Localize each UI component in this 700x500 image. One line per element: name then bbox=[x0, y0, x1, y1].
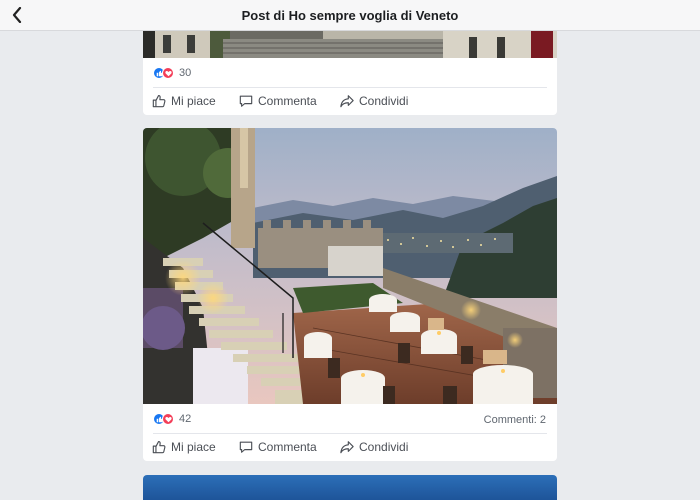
reaction-count: 42 bbox=[179, 413, 192, 425]
like-button[interactable]: Mi piace bbox=[152, 434, 216, 460]
comment-icon bbox=[239, 441, 253, 453]
share-button[interactable]: Condividi bbox=[340, 88, 408, 114]
post-card: 30 Mi piace Commenta Condividi bbox=[143, 31, 557, 115]
share-button[interactable]: Condividi bbox=[340, 434, 408, 460]
page-title: Post di Ho sempre voglia di Veneto bbox=[241, 8, 459, 23]
thumbs-up-icon bbox=[152, 441, 166, 454]
comment-icon bbox=[239, 95, 253, 107]
thumbs-up-icon bbox=[152, 95, 166, 108]
like-button[interactable]: Mi piace bbox=[152, 88, 216, 114]
share-icon bbox=[340, 95, 354, 108]
action-bar: Mi piace Commenta Condividi bbox=[143, 434, 557, 460]
comment-count[interactable]: Commenti: 2 bbox=[484, 414, 546, 426]
comment-label: Commenta bbox=[258, 440, 317, 454]
share-label: Condividi bbox=[359, 440, 409, 454]
post-photo[interactable] bbox=[143, 475, 557, 500]
post-photo[interactable] bbox=[143, 31, 557, 58]
comment-button[interactable]: Commenta bbox=[239, 434, 317, 460]
action-bar: Mi piace Commenta Condividi bbox=[143, 88, 557, 114]
love-icon bbox=[162, 67, 174, 79]
share-icon bbox=[340, 441, 354, 454]
comment-button[interactable]: Commenta bbox=[239, 88, 317, 114]
love-icon bbox=[162, 413, 174, 425]
share-label: Condividi bbox=[359, 94, 409, 108]
reaction-stats[interactable]: 42 Commenti: 2 bbox=[143, 409, 557, 429]
reaction-count: 30 bbox=[179, 67, 192, 79]
like-label: Mi piace bbox=[171, 94, 216, 108]
reaction-stats[interactable]: 30 bbox=[143, 63, 557, 83]
post-card bbox=[143, 475, 557, 500]
top-bar: Post di Ho sempre voglia di Veneto bbox=[0, 0, 700, 31]
like-label: Mi piace bbox=[171, 440, 216, 454]
comment-label: Commenta bbox=[258, 94, 317, 108]
post-photo[interactable] bbox=[143, 128, 557, 404]
post-card: 42 Commenti: 2 Mi piace Commenta Condivi… bbox=[143, 128, 557, 461]
